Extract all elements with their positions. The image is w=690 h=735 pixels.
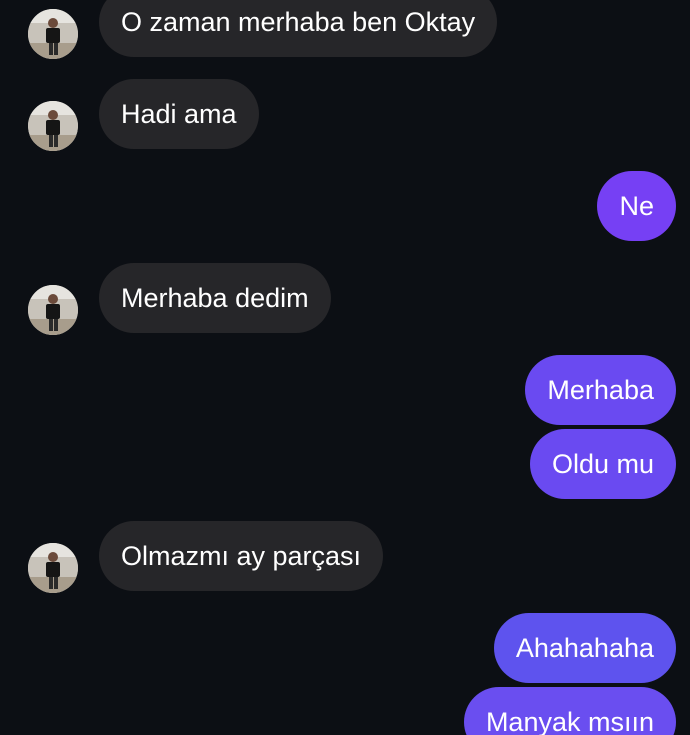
message-thread: O zaman merhaba ben Oktay Hadi ama Ne Me… <box>0 0 690 735</box>
person-photo-icon <box>28 101 78 151</box>
contact-avatar[interactable] <box>28 285 78 335</box>
message-bubble-outgoing[interactable]: Oldu mu <box>529 429 676 499</box>
message-bubble-incoming[interactable]: O zaman merhaba ben Oktay <box>99 0 498 57</box>
contact-avatar[interactable] <box>28 543 78 593</box>
message-bubble-outgoing[interactable]: Ahahahaha <box>493 613 676 683</box>
person-photo-icon <box>28 9 78 59</box>
message-bubble-incoming[interactable]: Merhaba dedim <box>99 263 331 333</box>
contact-avatar[interactable] <box>28 101 78 151</box>
message-text: Merhaba <box>547 374 654 405</box>
message-text: Ne <box>619 190 654 221</box>
message-text: Hadi ama <box>121 98 237 129</box>
message-text: Ahahahaha <box>515 632 654 663</box>
person-photo-icon <box>28 543 78 593</box>
message-text: O zaman merhaba ben Oktay <box>121 6 476 37</box>
message-bubble-incoming[interactable]: Hadi ama <box>99 79 259 149</box>
message-bubble-incoming[interactable]: Olmazmı ay parçası <box>99 521 384 591</box>
message-bubble-outgoing[interactable]: Manyak msıın <box>463 687 676 735</box>
message-text: Olmazmı ay parçası <box>121 540 362 571</box>
message-bubble-outgoing[interactable]: Merhaba <box>525 355 676 425</box>
message-bubble-outgoing[interactable]: Ne <box>597 171 676 241</box>
message-text: Oldu mu <box>551 448 654 479</box>
person-photo-icon <box>28 285 78 335</box>
message-text: Manyak msıın <box>485 706 654 735</box>
message-text: Merhaba dedim <box>121 282 309 313</box>
contact-avatar[interactable] <box>28 9 78 59</box>
